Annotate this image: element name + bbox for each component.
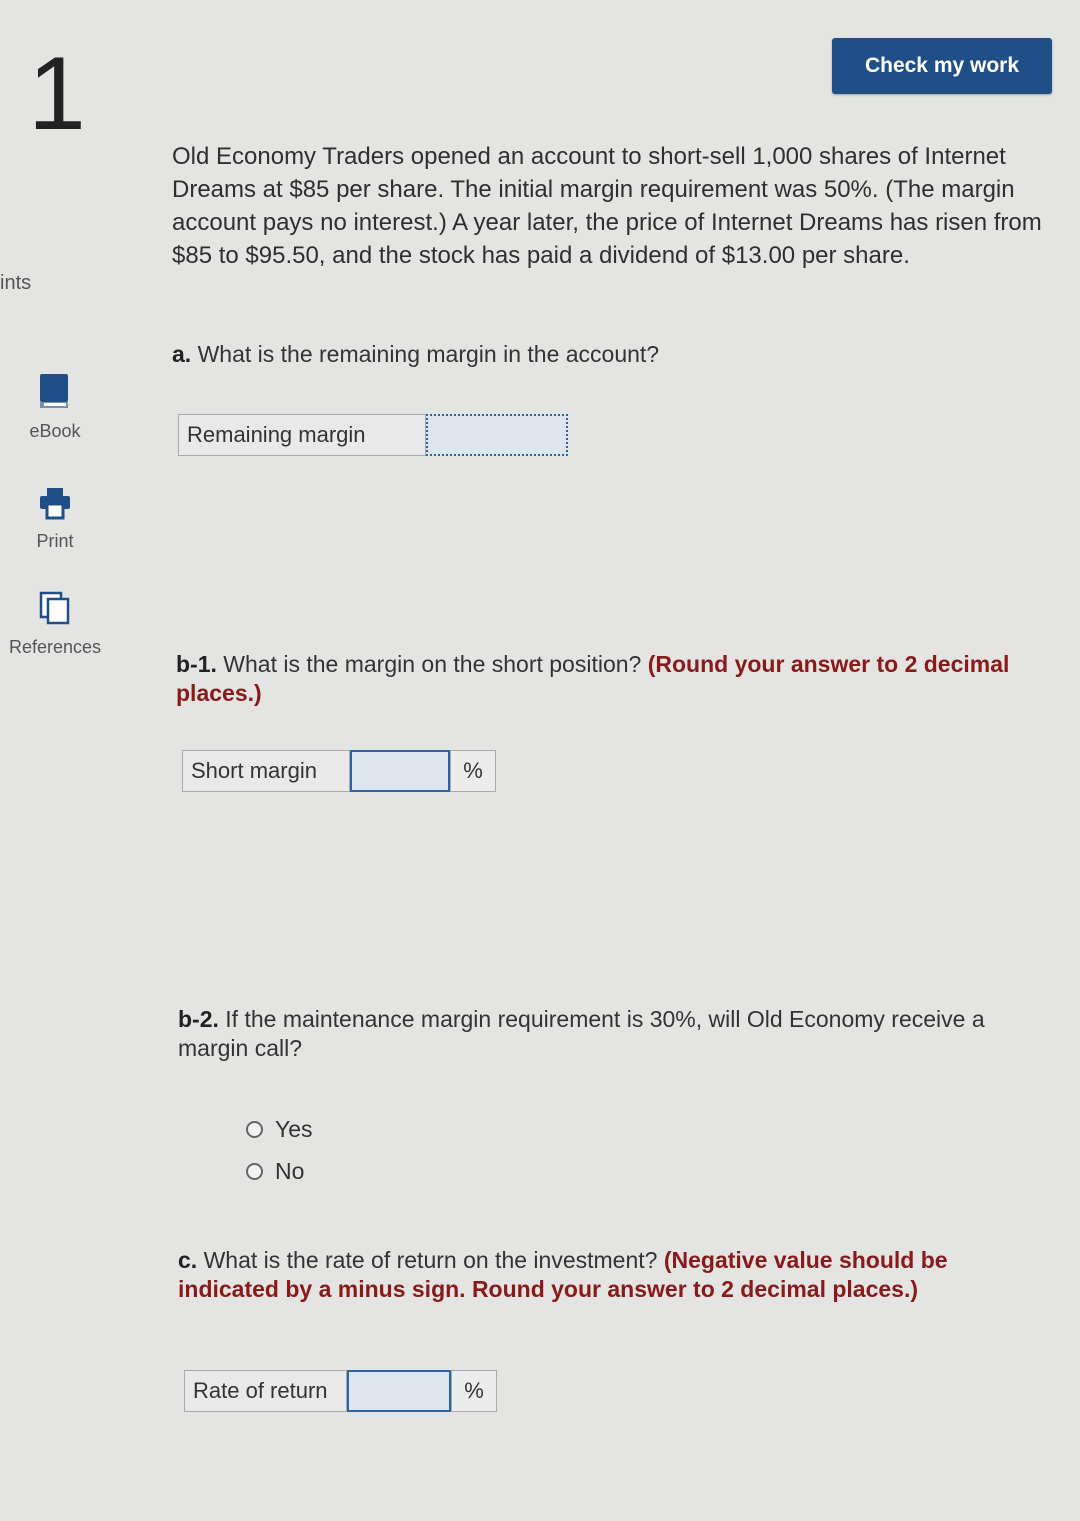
- question-c-prefix: c.: [178, 1247, 198, 1273]
- question-number: 1: [28, 36, 86, 152]
- short-margin-row: Short margin %: [182, 750, 496, 792]
- question-a: a. What is the remaining margin in the a…: [172, 340, 1032, 369]
- rate-of-return-row: Rate of return %: [184, 1370, 497, 1412]
- question-a-prefix: a.: [172, 341, 192, 367]
- sidebar: 1 ints eBook Print References: [0, 0, 125, 1521]
- ebook-tool[interactable]: eBook: [0, 372, 110, 442]
- references-icon: [0, 590, 110, 631]
- question-b1-prefix: b-1.: [176, 651, 217, 677]
- question-b2-text: If the maintenance margin requirement is…: [178, 1006, 985, 1061]
- book-icon: [0, 372, 110, 415]
- print-tool[interactable]: Print: [0, 486, 110, 552]
- option-no-label: No: [275, 1158, 305, 1184]
- remaining-margin-row: Remaining margin: [178, 414, 568, 456]
- question-c: c. What is the rate of return on the inv…: [178, 1246, 1038, 1304]
- question-c-text: What is the rate of return on the invest…: [203, 1247, 658, 1273]
- question-b2: b-2. If the maintenance margin requireme…: [178, 1005, 1038, 1063]
- check-my-work-button[interactable]: Check my work: [832, 38, 1052, 94]
- remaining-margin-label: Remaining margin: [178, 414, 426, 456]
- question-b1: b-1. What is the margin on the short pos…: [176, 650, 1036, 708]
- option-yes[interactable]: Yes: [246, 1116, 313, 1143]
- rate-of-return-label: Rate of return: [184, 1370, 347, 1412]
- points-label: ints: [0, 272, 32, 294]
- print-label: Print: [36, 531, 74, 551]
- short-margin-input[interactable]: [350, 750, 450, 792]
- question-b2-prefix: b-2.: [178, 1006, 219, 1032]
- option-yes-label: Yes: [275, 1116, 313, 1142]
- short-margin-label: Short margin: [182, 750, 350, 792]
- references-label: References: [8, 637, 102, 657]
- problem-statement: Old Economy Traders opened an account to…: [172, 143, 1042, 269]
- short-margin-unit: %: [450, 750, 496, 792]
- references-tool[interactable]: References: [0, 590, 110, 658]
- question-b1-text: What is the margin on the short position…: [223, 651, 642, 677]
- printer-icon: [0, 486, 110, 525]
- radio-no[interactable]: [246, 1163, 263, 1180]
- rate-of-return-unit: %: [451, 1370, 497, 1412]
- remaining-margin-input[interactable]: [426, 414, 568, 456]
- question-a-text: What is the remaining margin in the acco…: [197, 341, 660, 367]
- rate-of-return-input[interactable]: [347, 1370, 451, 1412]
- ebook-label: eBook: [29, 421, 81, 441]
- option-no[interactable]: No: [246, 1158, 304, 1185]
- radio-yes[interactable]: [246, 1121, 263, 1138]
